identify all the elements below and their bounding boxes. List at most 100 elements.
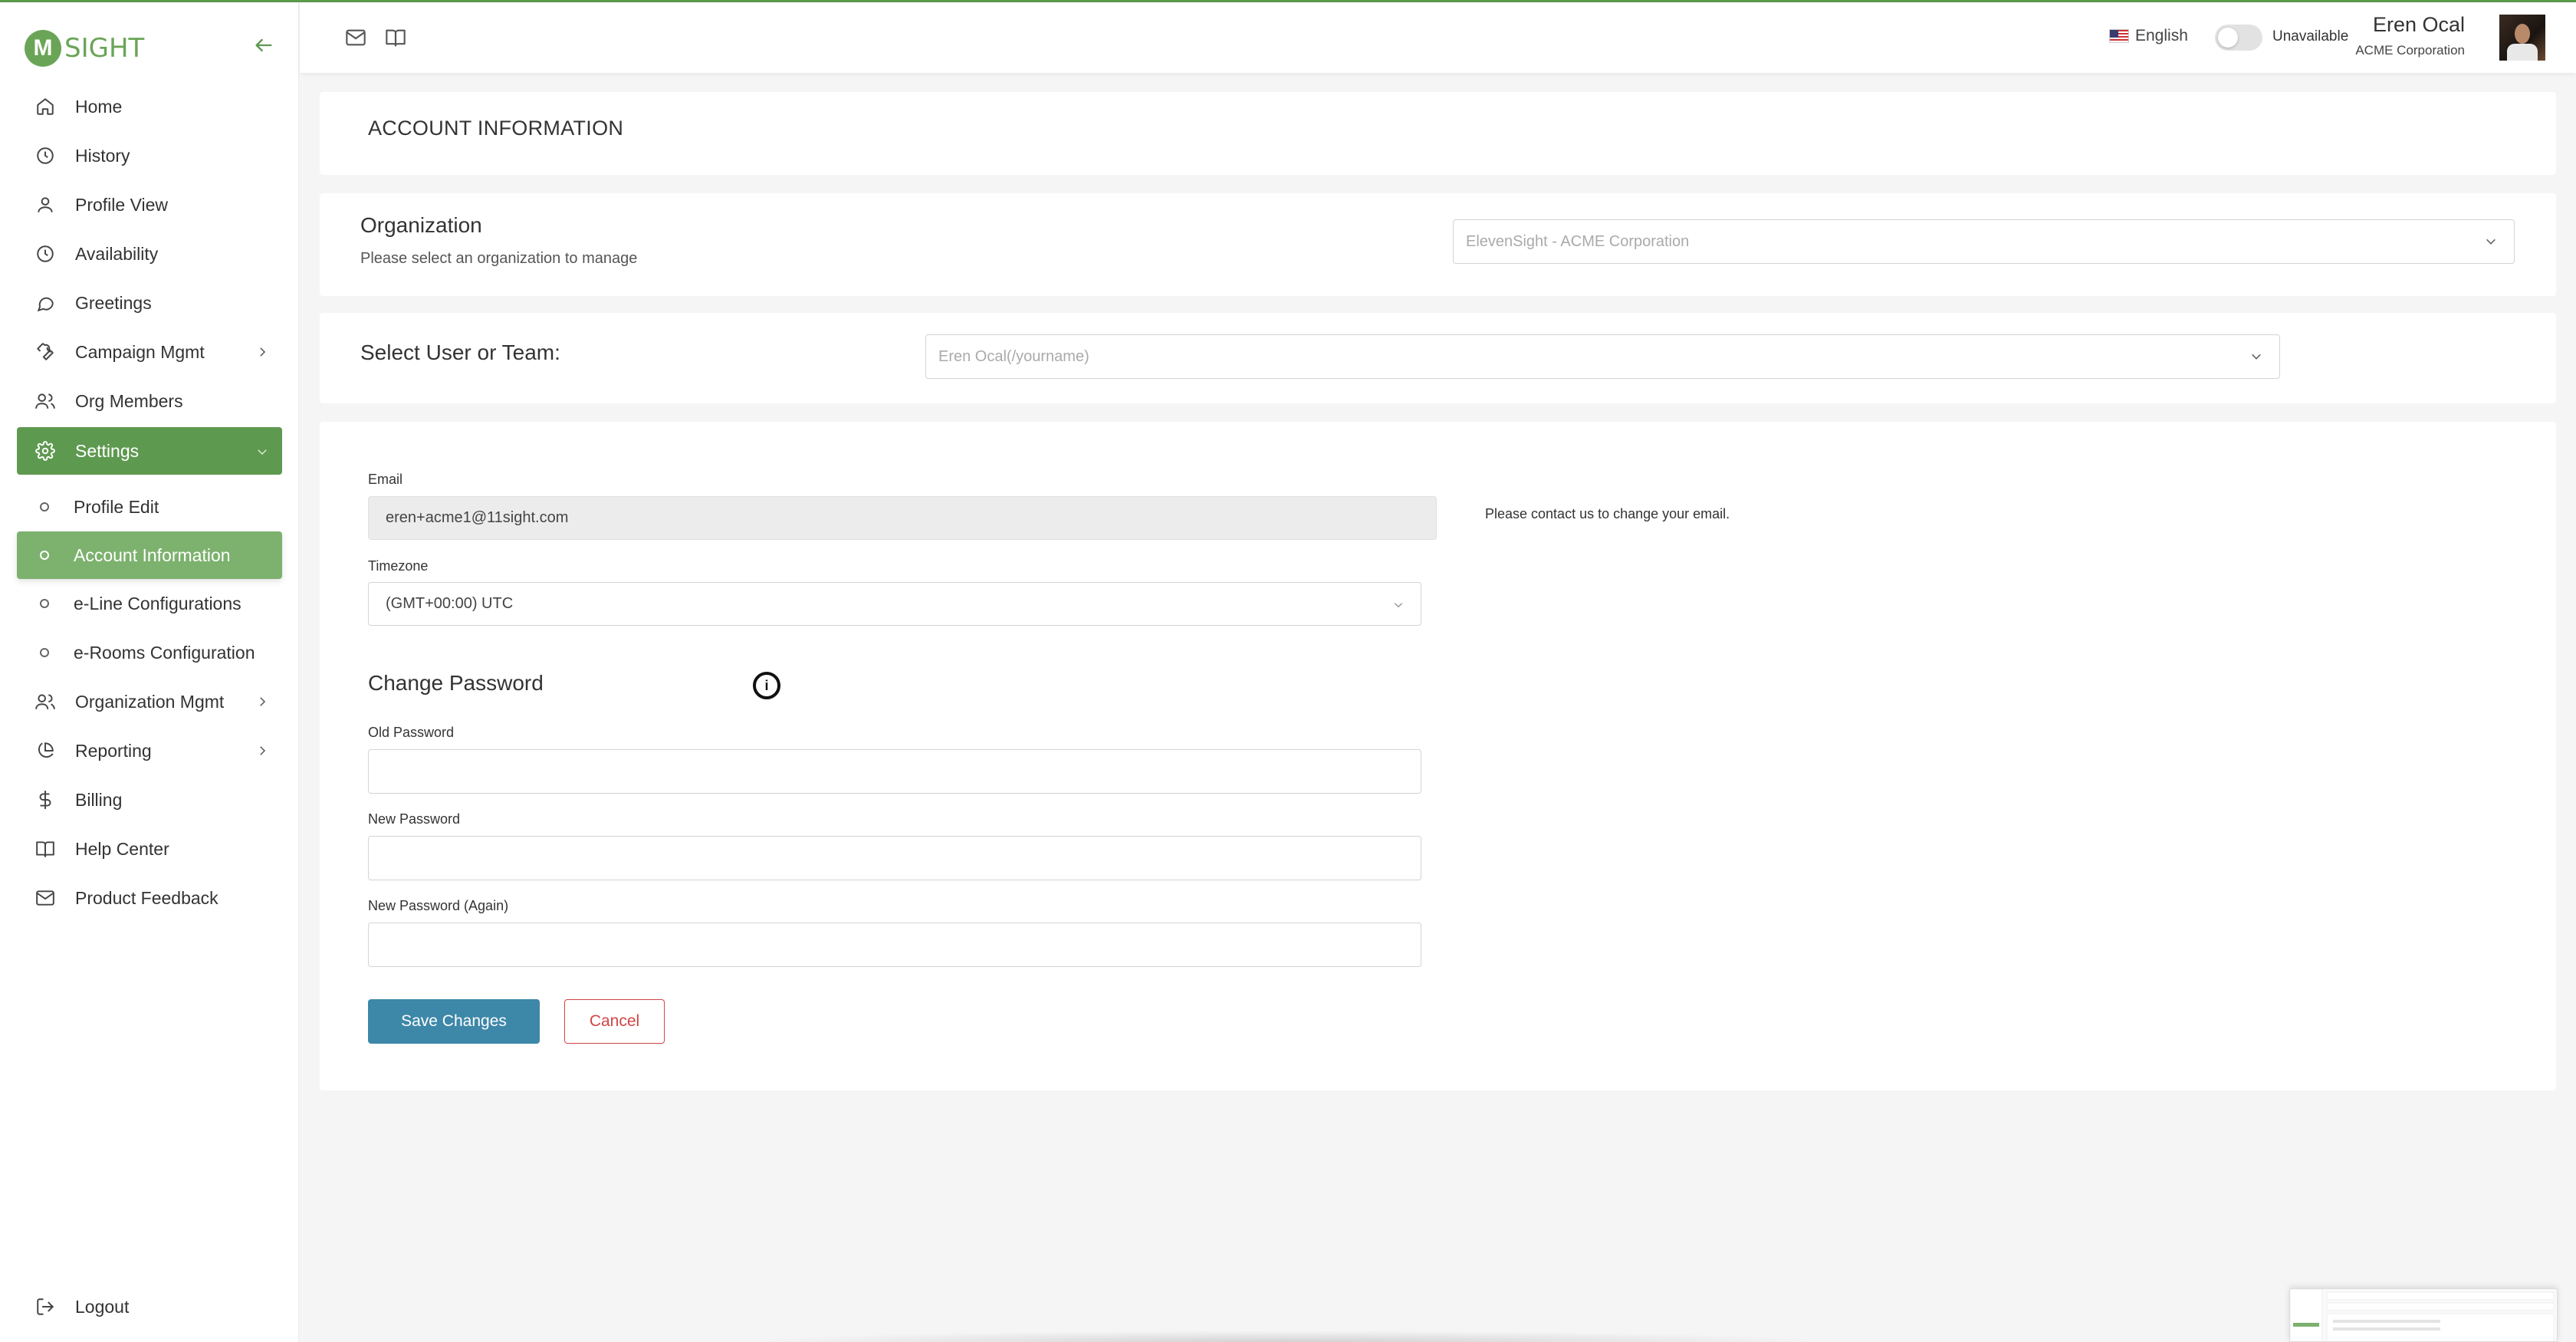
thumbnail-preview (2290, 1289, 2557, 1341)
sidebar-item-label: Availability (75, 243, 159, 264)
language-selector[interactable]: English (2109, 27, 2188, 45)
timezone-select[interactable]: (GMT+00:00) UTC (368, 582, 1421, 626)
sidebar-subitem-eline-configurations[interactable]: e-Line Configurations (0, 579, 299, 628)
timezone-label: Timezone (368, 558, 429, 574)
sidebar-item-product-feedback[interactable]: Product Feedback (0, 873, 299, 923)
sidebar-item-home[interactable]: Home (0, 82, 299, 131)
timezone-selected: (GMT+00:00) UTC (386, 595, 514, 612)
arrow-left-icon (255, 38, 272, 52)
logout-button[interactable]: Logout (34, 1295, 129, 1318)
sidebar-item-label: Greetings (75, 292, 152, 313)
collapse-sidebar-button[interactable] (250, 31, 278, 59)
organization-selected: ElevenSight - ACME Corporation (1466, 232, 1690, 250)
language-label: English (2135, 27, 2188, 44)
sidebar-subitem-erooms-configuration[interactable]: e-Rooms Configuration (0, 628, 299, 677)
email-field: eren+acme1@11sight.com (368, 496, 1437, 540)
page-title: ACCOUNT INFORMATION (368, 117, 624, 140)
bullet-icon (40, 599, 49, 608)
logo-text: SIGHT (64, 33, 145, 64)
user-team-label: Select User or Team: (360, 340, 560, 364)
chevron-right-icon (253, 742, 271, 760)
mail-icon (34, 886, 57, 909)
book-icon (34, 837, 57, 860)
user-team-card: Select User or Team: Eren Ocal(/yourname… (320, 313, 2556, 403)
sidebar-subitem-profile-edit[interactable]: Profile Edit (0, 482, 299, 531)
top-accent-line (0, 0, 2576, 2)
availability-toggle[interactable] (2215, 25, 2262, 51)
bullet-icon (40, 551, 49, 560)
change-password-title: Change Password (368, 671, 544, 695)
sidebar-item-label: History (75, 145, 130, 166)
user-team-select[interactable]: Eren Ocal(/yourname) (925, 334, 2280, 379)
users-icon (34, 690, 57, 713)
dollar-icon (34, 788, 57, 811)
organization-card: Organization Please select an organizati… (320, 193, 2556, 296)
home-icon (34, 95, 57, 118)
organization-select[interactable]: ElevenSight - ACME Corporation (1453, 219, 2515, 264)
availability-status: Unavailable (2272, 28, 2349, 44)
bullet-icon (40, 502, 49, 511)
sidebar-item-greetings[interactable]: Greetings (0, 278, 299, 327)
sidebar-item-label: Help Center (75, 838, 169, 859)
sidebar-item-label: Reporting (75, 740, 152, 761)
sidebar-item-history[interactable]: History (0, 131, 299, 180)
email-hint: Please contact us to change your email. (1485, 506, 1730, 521)
chevron-down-icon (253, 442, 271, 461)
sidebar-item-label: Account Information (74, 544, 231, 565)
screenshot-thumbnail[interactable] (2289, 1288, 2558, 1342)
old-password-field[interactable] (368, 749, 1421, 794)
sidebar: M SIGHT Home History Profile View Availa… (0, 2, 299, 1342)
sidebar-nav: Home History Profile View Availability G… (0, 82, 299, 923)
sidebar-item-label: e-Rooms Configuration (74, 642, 255, 663)
sidebar-item-billing[interactable]: Billing (0, 775, 299, 824)
pie-chart-icon (34, 739, 57, 762)
mail-icon[interactable] (343, 25, 368, 50)
new-password-label: New Password (368, 811, 461, 827)
cancel-button[interactable]: Cancel (564, 999, 665, 1044)
toggle-knob (2218, 28, 2238, 48)
sidebar-item-label: Organization Mgmt (75, 691, 225, 712)
organization-subtitle: Please select an organization to manage (360, 250, 638, 267)
save-changes-button[interactable]: Save Changes (368, 999, 540, 1044)
us-flag-icon (2109, 29, 2129, 43)
user-name: Eren Ocal (2372, 13, 2465, 36)
app-logo[interactable]: M SIGHT (25, 28, 144, 68)
sidebar-item-settings[interactable]: Settings (17, 427, 282, 475)
sidebar-item-label: e-Line Configurations (74, 593, 242, 613)
user-icon (34, 193, 57, 216)
page-title-card: ACCOUNT INFORMATION (320, 92, 2556, 175)
avatar[interactable] (2499, 15, 2545, 61)
top-header: English Unavailable Eren Ocal ACME Corpo… (300, 2, 2576, 73)
bottom-shadow (736, 1330, 1840, 1342)
sidebar-item-label: Profile View (75, 194, 169, 215)
sidebar-item-label: Product Feedback (75, 887, 219, 908)
organization-title: Organization (360, 213, 482, 237)
sidebar-item-campaign-mgmt[interactable]: Campaign Mgmt (0, 327, 299, 377)
sidebar-item-availability[interactable]: Availability (0, 229, 299, 278)
logo-badge: M (25, 30, 61, 67)
user-team-selected: Eren Ocal(/yourname) (938, 347, 1089, 365)
bullet-icon (40, 648, 49, 657)
new-password-again-label: New Password (Again) (368, 898, 509, 913)
info-icon[interactable]: i (753, 672, 780, 699)
new-password-again-field[interactable] (368, 923, 1421, 967)
account-form-card: Email eren+acme1@11sight.com Please cont… (320, 422, 2556, 1090)
sidebar-item-profile-view[interactable]: Profile View (0, 180, 299, 229)
clock-icon (34, 144, 57, 167)
book-icon[interactable] (383, 25, 408, 50)
email-label: Email (368, 472, 403, 487)
sidebar-item-help-center[interactable]: Help Center (0, 824, 299, 873)
sidebar-item-org-members[interactable]: Org Members (0, 377, 299, 426)
gear-icon (34, 439, 57, 462)
clock-icon (34, 242, 57, 265)
sidebar-subitem-account-information[interactable]: Account Information (17, 531, 282, 579)
user-org: ACME Corporation (2355, 43, 2465, 58)
chat-bubble-icon (34, 291, 57, 314)
sidebar-item-organization-mgmt[interactable]: Organization Mgmt (0, 677, 299, 726)
chevron-right-icon (253, 343, 271, 361)
sidebar-item-label: Campaign Mgmt (75, 341, 205, 362)
sidebar-item-label: Profile Edit (74, 496, 159, 517)
new-password-field[interactable] (368, 836, 1421, 880)
sidebar-item-reporting[interactable]: Reporting (0, 726, 299, 775)
sidebar-item-label: Org Members (75, 390, 183, 411)
